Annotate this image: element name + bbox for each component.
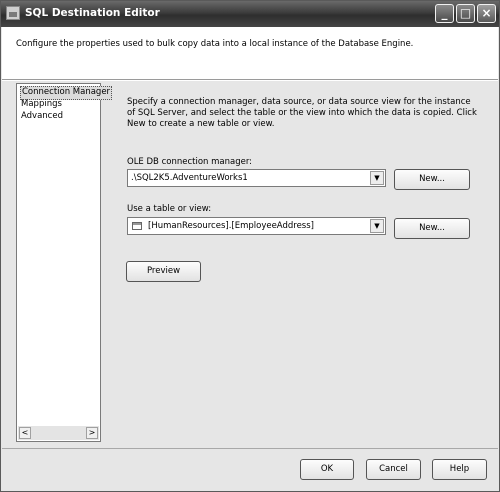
title-bar[interactable]: SQL Destination Editor _ □ × xyxy=(1,1,499,27)
ok-button[interactable]: OK xyxy=(300,459,354,480)
instructions-text: Specify a connection manager, data sourc… xyxy=(127,97,477,129)
table-view-dropdown[interactable]: [HumanResources].[EmployeeAddress] ▼ xyxy=(127,217,386,235)
chevron-down-icon[interactable]: ▼ xyxy=(370,171,384,185)
connection-manager-label: OLE DB connection manager: xyxy=(127,157,253,167)
scroll-right-icon[interactable]: > xyxy=(86,427,98,439)
minimize-button[interactable]: _ xyxy=(435,4,454,23)
description-panel: Configure the properties used to bulk co… xyxy=(2,27,498,80)
table-view-label: Use a table or view: xyxy=(127,204,212,214)
cancel-button[interactable]: Cancel xyxy=(366,459,421,480)
app-icon xyxy=(6,6,20,20)
preview-button[interactable]: Preview xyxy=(126,261,201,282)
chevron-down-icon[interactable]: ▼ xyxy=(370,219,384,233)
help-button[interactable]: Help xyxy=(432,459,487,480)
nav-item-advanced[interactable]: Advanced xyxy=(20,110,64,122)
description-text: Configure the properties used to bulk co… xyxy=(16,39,414,49)
close-button[interactable]: × xyxy=(477,4,496,23)
table-view-value: [HumanResources].[EmployeeAddress] xyxy=(148,221,314,231)
scroll-left-icon[interactable]: < xyxy=(19,427,31,439)
nav-item-mappings[interactable]: Mappings xyxy=(20,98,63,110)
window-title: SQL Destination Editor xyxy=(25,7,160,19)
table-icon xyxy=(132,222,142,230)
connection-manager-dropdown[interactable]: .\SQL2K5.AdventureWorks1 ▼ xyxy=(127,169,386,187)
connection-manager-value: .\SQL2K5.AdventureWorks1 xyxy=(131,173,248,183)
divider xyxy=(2,80,498,81)
new-table-button[interactable]: New... xyxy=(394,218,470,239)
maximize-button[interactable]: □ xyxy=(456,4,475,23)
horizontal-scrollbar[interactable]: < > xyxy=(18,426,99,440)
footer-divider xyxy=(2,448,498,449)
page-navigation-list: Connection Manager Mappings Advanced < > xyxy=(16,83,113,442)
sql-destination-editor-window: SQL Destination Editor _ □ × Configure t… xyxy=(0,0,500,492)
new-connection-button[interactable]: New... xyxy=(394,169,470,190)
